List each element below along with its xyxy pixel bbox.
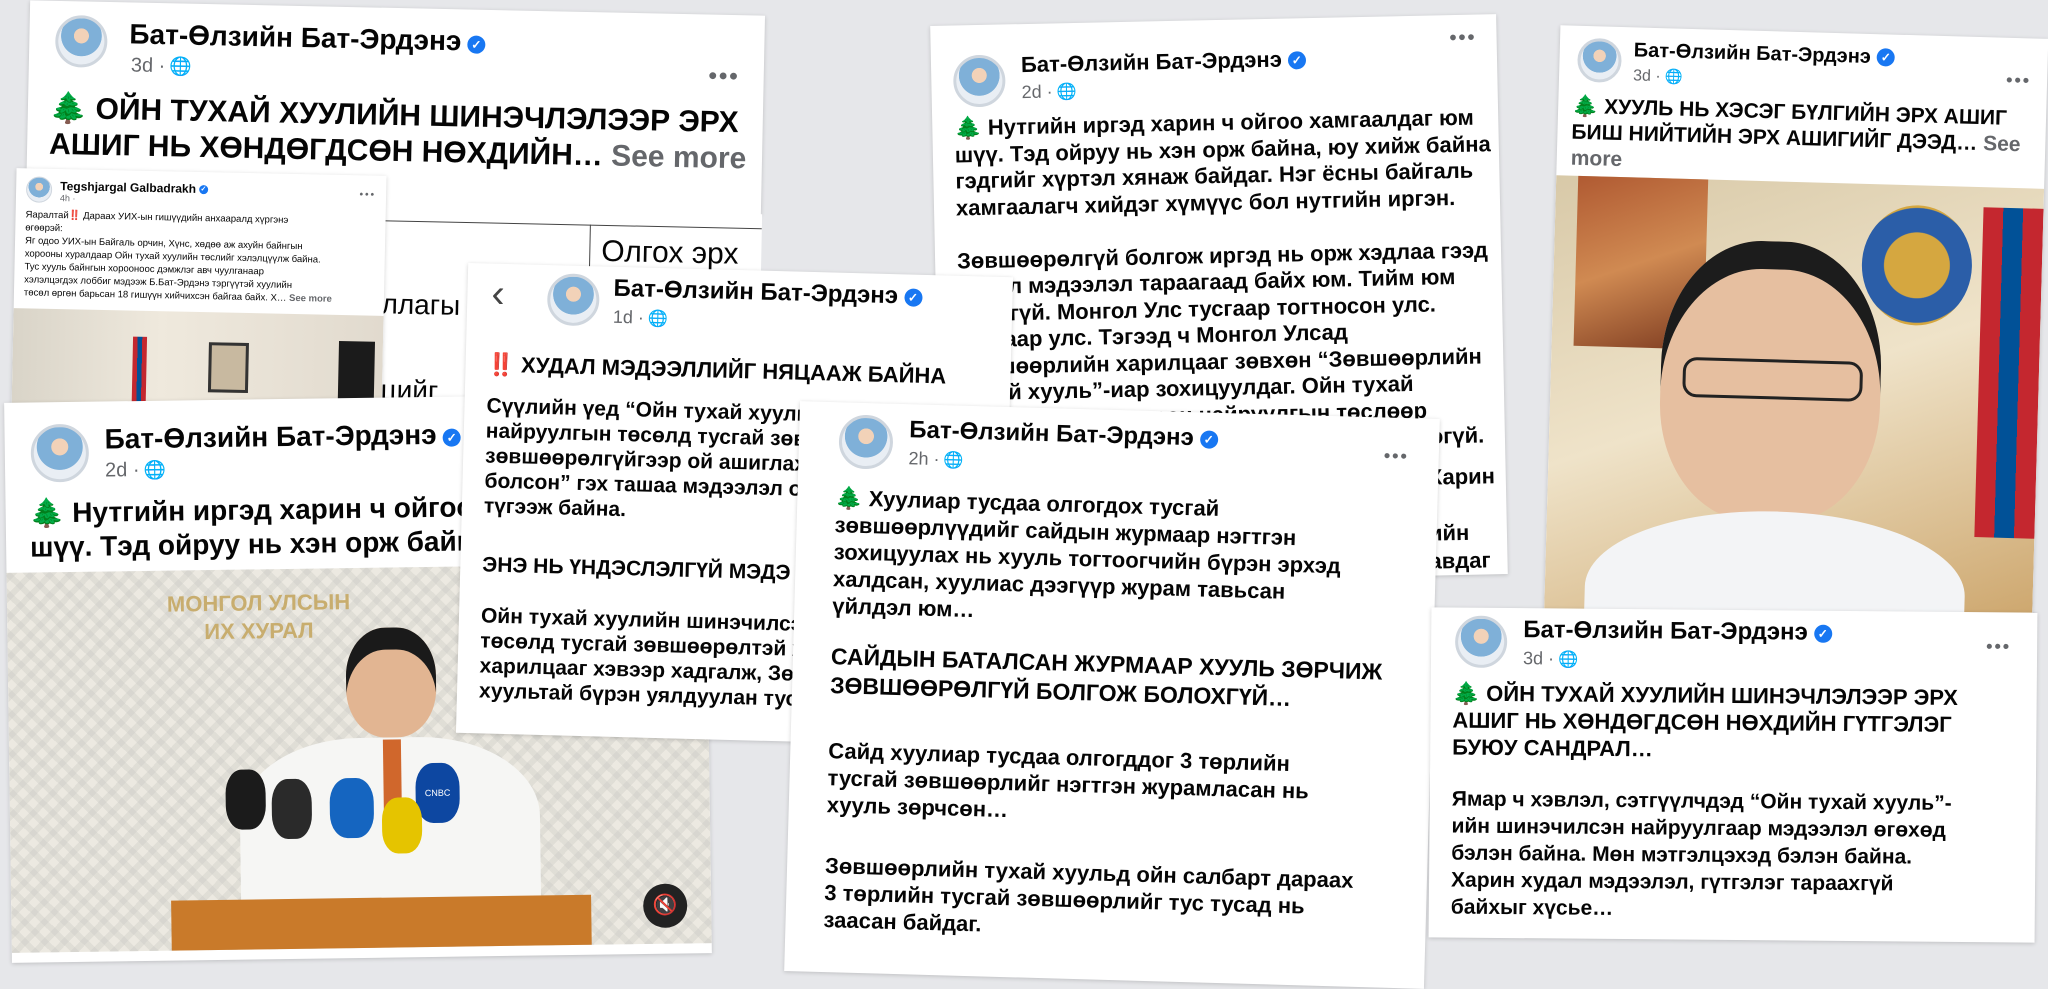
author-avatar[interactable] — [25, 176, 53, 203]
table-border — [361, 219, 762, 230]
podium — [171, 894, 592, 951]
post-card-6: ••• Бат-Өлзийн Бат-Эрдэнэ✓ 2h ·🌐 ••• 🌲 Х… — [784, 401, 1440, 989]
author-name[interactable]: Бат-Өлзийн Бат-Эрдэнэ ✓ — [1021, 46, 1307, 78]
author-avatar[interactable] — [952, 54, 1006, 108]
post-text: 🌲 ОЙН ТУХАЙ ХУУЛИЙН ШИНЭЧЛЭЛЭЭР ЭРХ АШИГ… — [48, 91, 747, 176]
post-headline: ‼️ ХУДАЛ МЭДЭЭЛЛИЙГ НЯЦААЖ БАЙНА — [487, 351, 947, 389]
post-card-7: Бат-Өлзийн Бат-Эрдэнэ ✓ 3d · 🌐 ••• 🌲 ОЙН Т… — [1428, 607, 2038, 943]
flag — [1974, 207, 2044, 539]
author-name[interactable]: Бат-Өлзийн Бат-Эрдэнэ ✓ — [909, 416, 1218, 453]
verified-badge-icon: ✓ — [442, 428, 461, 447]
post-text: Яаралтай‼️ Дараах УИХ-ын гишүүдийн анхаа… — [23, 209, 332, 305]
author-avatar[interactable] — [30, 423, 90, 483]
portrait-frame — [207, 342, 249, 394]
author-avatar[interactable] — [546, 273, 600, 327]
verified-badge-icon: ✓ — [1876, 48, 1896, 67]
emblem — [1860, 203, 1974, 327]
embedded-post: Tegshjargal Galbadrakh ✓ 4h · ••• Яаралта… — [11, 168, 387, 418]
author-name[interactable]: Бат-Өлзийн Бат-Эрдэнэ ✓ — [129, 18, 486, 57]
microphone — [381, 797, 423, 854]
globe-icon: 🌐 — [647, 309, 669, 329]
author-name[interactable]: Бат-Өлзийн Бат-Эрдэнэ ✓ — [104, 419, 461, 456]
more-options-icon[interactable]: ••• — [1449, 27, 1476, 51]
verified-badge-icon: ✓ — [198, 184, 209, 195]
author-name[interactable]: Бат-Өлзийн Бат-Эрдэнэ ✓ — [1523, 616, 1832, 647]
post-time[interactable]: 2d · 🌐 — [105, 459, 166, 483]
microphone: CNBC — [415, 762, 461, 824]
post-paragraph: 🌲 ОЙН ТУХАЙ ХУУЛИЙН ШИНЭЧЛЭЛЭЭР ЭРХ АШИГ… — [1452, 680, 1958, 762]
author-name[interactable]: Бат-Өлзийн Бат-Эрдэнэ ✓ — [613, 275, 923, 311]
globe-icon: 🌐 — [1664, 69, 1683, 86]
post-time[interactable]: 4h · — [60, 193, 76, 203]
post-card-3: Бат-Өлзийн Бат-Эрдэнэ ✓ 3d · 🌐 ••• 🌲 ХУУЛЬ… — [1543, 25, 2048, 639]
verified-badge-icon: ✓ — [903, 288, 923, 307]
back-button[interactable]: ‹ — [491, 272, 505, 317]
post-time[interactable]: 1d · 🌐 — [613, 307, 669, 329]
verified-badge-icon: ✓ — [1813, 624, 1832, 643]
verified-badge-icon: ✓ — [1199, 430, 1218, 449]
video-thumbnail[interactable] — [1543, 175, 2045, 639]
verified-badge-icon: ✓ — [467, 35, 486, 54]
post-time[interactable]: 3d · 🌐 — [1633, 67, 1683, 86]
glasses — [1682, 356, 1864, 402]
mute-icon[interactable]: 🔇 — [642, 883, 688, 929]
see-more-link[interactable]: See more — [289, 293, 332, 305]
microphone — [225, 769, 267, 830]
globe-icon: 🌐 — [943, 451, 964, 470]
post-time[interactable]: 3d · 🌐 — [131, 54, 192, 78]
post-time[interactable]: 3d · 🌐 — [1523, 648, 1578, 669]
post-paragraph: Ямар ч хэвлэл, сэтгүүлчдэд “Ойн тухай ху… — [1450, 787, 1952, 920]
globe-icon: 🌐 — [169, 56, 192, 77]
more-options-icon[interactable]: ••• — [2006, 70, 2031, 92]
wall-sign: МОНГОЛ УЛСЫН ИХ ХУРАЛ — [166, 589, 351, 645]
author-avatar[interactable] — [54, 14, 108, 68]
microphone — [329, 777, 375, 839]
see-more-link[interactable]: See more — [611, 140, 747, 176]
author-name[interactable]: Tegshjargal Galbadrakh ✓ — [60, 179, 209, 196]
author-name[interactable]: Бат-Өлзийн Бат-Эрдэнэ ✓ — [1633, 39, 1896, 69]
more-options-icon[interactable]: ••• — [1986, 636, 2011, 657]
flag — [131, 336, 148, 407]
author-avatar[interactable] — [1576, 37, 1623, 84]
more-options-icon[interactable]: ••• — [359, 189, 376, 200]
post-text: 🌲 ХУУЛЬ НЬ ХЭСЭГ БҮЛГИЙН ЭРХ АШИГ БИШ НИ… — [1570, 94, 2021, 172]
post-text: 🌲 Нутгийн иргэд харин ч ойгоо хамгаалдаг… — [954, 104, 1491, 459]
post-paragraph: Сайд хуулиар тусдаа олгогддог 3 төрлийн … — [826, 738, 1310, 823]
post-time[interactable]: 2d · 🌐 — [1021, 81, 1077, 103]
post-time[interactable]: 2h · 🌐 — [908, 448, 964, 471]
more-options-icon[interactable]: ••• — [1384, 446, 1409, 468]
more-options-icon[interactable]: ••• — [708, 63, 740, 92]
author-avatar[interactable] — [838, 414, 894, 470]
globe-icon: 🌐 — [143, 459, 167, 480]
verified-badge-icon: ✓ — [1287, 51, 1307, 70]
post-paragraph: 🌲 Хуулиар тусдаа олгогдох тусгай зөвшөөр… — [832, 485, 1341, 623]
post-paragraph: Зөвшөөрлийн тухай хуульд ойн салбарт дар… — [823, 853, 1354, 937]
post-paragraph: САЙДЫН БАТАЛСАН ЖУРМААР ХУУЛЬ ЗӨРЧИЖ ЗӨВ… — [829, 643, 1383, 711]
speaker-head — [345, 626, 437, 739]
globe-icon: 🌐 — [1557, 650, 1579, 669]
author-avatar[interactable] — [1454, 615, 1508, 669]
microphone — [271, 778, 313, 840]
globe-icon: 🌐 — [1056, 82, 1077, 102]
post-paragraph: ЭНЭ НЬ ҮНДЭСЛЭЛГҮЙ МЭДЭ — [482, 553, 791, 585]
